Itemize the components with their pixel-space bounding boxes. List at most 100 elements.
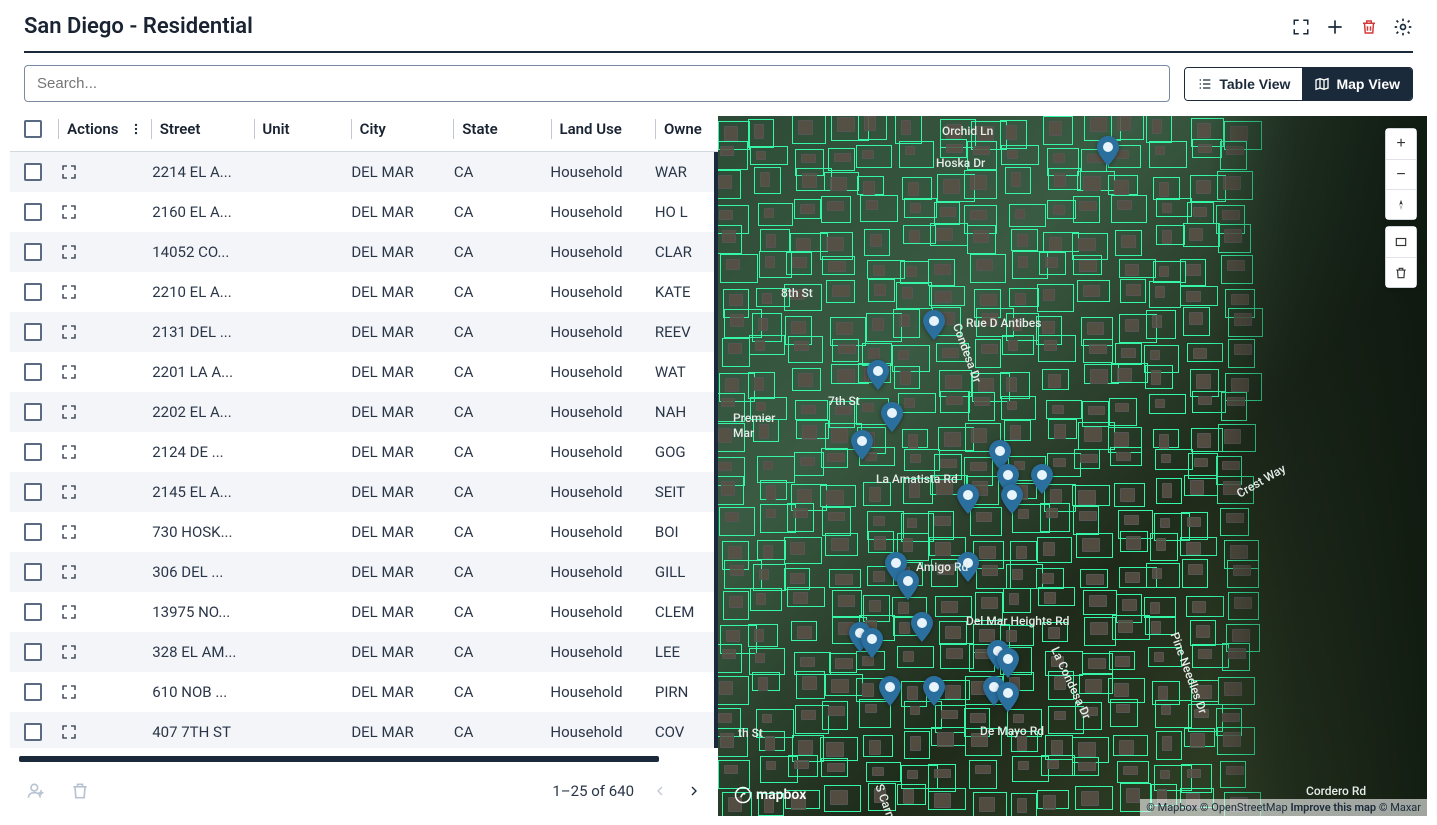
add-user-icon[interactable] [26, 781, 46, 801]
delete-shape-button[interactable] [1386, 257, 1416, 287]
table-view-button[interactable]: Table View [1185, 68, 1302, 100]
map-pin[interactable] [880, 402, 904, 432]
expand-row-icon[interactable] [61, 324, 77, 340]
expand-row-icon[interactable] [61, 644, 77, 660]
next-page-icon[interactable] [686, 783, 702, 799]
expand-row-icon[interactable] [61, 444, 77, 460]
col-state-label[interactable]: State [462, 120, 550, 138]
col-actions-label[interactable]: Actions [67, 120, 118, 138]
draw-rectangle-button[interactable] [1386, 227, 1416, 257]
delete-selected-icon[interactable] [70, 781, 90, 801]
expand-row-icon[interactable] [61, 404, 77, 420]
row-checkbox[interactable] [24, 243, 42, 261]
table-row[interactable]: 407 7TH ST DEL MAR CA Household COV [10, 712, 714, 748]
row-checkbox[interactable] [24, 643, 42, 661]
map-pin[interactable] [1030, 464, 1054, 494]
expand-row-icon[interactable] [61, 564, 77, 580]
map-pin[interactable] [996, 648, 1020, 678]
map-pin[interactable] [910, 612, 934, 642]
map-pin[interactable] [896, 570, 920, 600]
zoom-out-button[interactable]: − [1386, 159, 1416, 189]
column-menu-icon[interactable] [129, 122, 143, 136]
view-toggle: Table View Map View [1184, 67, 1413, 101]
row-checkbox[interactable] [24, 203, 42, 221]
col-street-label[interactable]: Street [160, 120, 254, 138]
delete-icon[interactable] [1359, 17, 1379, 37]
row-checkbox[interactable] [24, 323, 42, 341]
table-row[interactable]: 2124 DE ... DEL MAR CA Household GOG [10, 432, 714, 472]
cell-landuse: Household [550, 363, 654, 381]
cell-landuse: Household [550, 203, 654, 221]
hscroll-thumb[interactable] [19, 756, 659, 762]
map-pin[interactable] [922, 310, 946, 340]
map-pin[interactable] [996, 682, 1020, 712]
expand-row-icon[interactable] [61, 244, 77, 260]
row-checkbox[interactable] [24, 363, 42, 381]
compass-button[interactable] [1386, 189, 1416, 219]
table-row[interactable]: 730 HOSK... DEL MAR CA Household BOI [10, 512, 714, 552]
row-checkbox[interactable] [24, 523, 42, 541]
table-row[interactable]: 13975 NO... DEL MAR CA Household CLEM [10, 592, 714, 632]
map-pin[interactable] [922, 676, 946, 706]
expand-row-icon[interactable] [61, 684, 77, 700]
table-row[interactable]: 2202 EL A... DEL MAR CA Household NAH [10, 392, 714, 432]
row-checkbox[interactable] [24, 723, 42, 741]
table-row[interactable]: 2201 LA A... DEL MAR CA Household WAT [10, 352, 714, 392]
expand-row-icon[interactable] [61, 204, 77, 220]
cell-landuse: Household [550, 563, 654, 581]
row-checkbox[interactable] [24, 603, 42, 621]
expand-row-icon[interactable] [61, 724, 77, 740]
map-pin[interactable] [860, 628, 884, 658]
table-row[interactable]: 610 NOB ... DEL MAR CA Household PIRN [10, 672, 714, 712]
cell-owner: BOI [655, 523, 714, 541]
table-row[interactable]: 328 EL AM... DEL MAR CA Household LEE [10, 632, 714, 672]
row-checkbox[interactable] [24, 563, 42, 581]
select-all-checkbox[interactable] [24, 120, 42, 138]
attrib-mapbox[interactable]: © Mapbox [1146, 801, 1197, 814]
zoom-in-button[interactable]: + [1386, 129, 1416, 159]
add-icon[interactable] [1325, 17, 1345, 37]
row-checkbox[interactable] [24, 163, 42, 181]
table-row[interactable]: 2210 EL A... DEL MAR CA Household KATE [10, 272, 714, 312]
row-checkbox[interactable] [24, 443, 42, 461]
map-view-button[interactable]: Map View [1302, 68, 1412, 100]
table-row[interactable]: 2145 EL A... DEL MAR CA Household SEIT [10, 472, 714, 512]
col-city-label[interactable]: City [360, 120, 454, 138]
expand-row-icon[interactable] [61, 484, 77, 500]
cell-owner: WAT [655, 363, 714, 381]
expand-row-icon[interactable] [61, 604, 77, 620]
hscroll-track[interactable] [19, 756, 657, 762]
settings-icon[interactable] [1393, 17, 1413, 37]
cell-state: CA [454, 523, 551, 541]
table-body[interactable]: 2214 EL A... DEL MAR CA Household WAR 21… [10, 152, 718, 748]
map-pin[interactable] [878, 676, 902, 706]
expand-row-icon[interactable] [61, 284, 77, 300]
row-checkbox[interactable] [24, 283, 42, 301]
expand-row-icon[interactable] [61, 164, 77, 180]
map-pin[interactable] [866, 360, 890, 390]
map-pin[interactable] [1096, 136, 1120, 166]
attrib-maxar[interactable]: © Maxar [1379, 801, 1421, 814]
attrib-osm[interactable]: © OpenStreetMap [1200, 801, 1288, 814]
expand-row-icon[interactable] [61, 364, 77, 380]
col-owner-label[interactable]: Owne [664, 120, 718, 138]
row-checkbox[interactable] [24, 403, 42, 421]
map-pin[interactable] [850, 430, 874, 460]
table-row[interactable]: 2214 EL A... DEL MAR CA Household WAR [10, 152, 714, 192]
cell-landuse: Household [550, 443, 654, 461]
map-panel[interactable]: Orchid LnHoska Dr8th StRue D AntibesCond… [718, 116, 1427, 816]
row-checkbox[interactable] [24, 683, 42, 701]
col-unit-label[interactable]: Unit [262, 120, 350, 138]
table-row[interactable]: 2131 DEL ... DEL MAR CA Household REEV [10, 312, 714, 352]
map-pin[interactable] [1000, 484, 1024, 514]
col-landuse-label[interactable]: Land Use [560, 120, 656, 138]
expand-row-icon[interactable] [61, 524, 77, 540]
table-row[interactable]: 306 DEL ... DEL MAR CA Household GILL [10, 552, 714, 592]
table-row[interactable]: 2160 EL A... DEL MAR CA Household HO L [10, 192, 714, 232]
row-checkbox[interactable] [24, 483, 42, 501]
search-input[interactable] [24, 65, 1170, 102]
table-row[interactable]: 14052 CO... DEL MAR CA Household CLAR [10, 232, 714, 272]
expand-icon[interactable] [1291, 17, 1311, 37]
map-pin[interactable] [956, 484, 980, 514]
attrib-improve[interactable]: Improve this map [1290, 801, 1376, 814]
